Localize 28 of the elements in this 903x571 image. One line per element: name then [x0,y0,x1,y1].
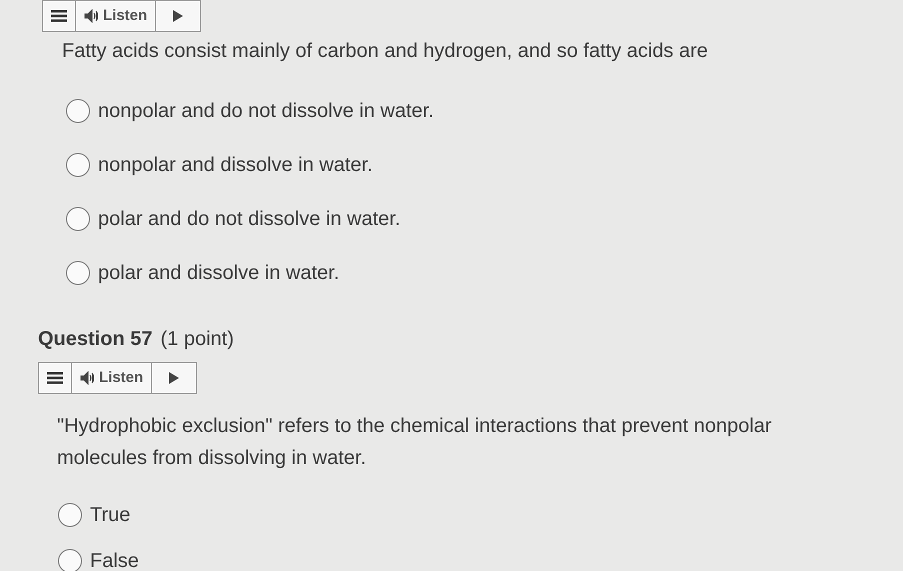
play-icon [168,372,180,384]
option-label: nonpolar and dissolve in water. [98,153,373,178]
question-text: Fatty acids consist mainly of carbon and hydrogen, and so fatty acids are [62,39,709,64]
answer-option[interactable]: nonpolar and dissolve in water. [66,150,903,180]
option-label: True [90,503,130,528]
menu-icon [51,10,67,22]
radio-button[interactable] [66,99,90,123]
question-text: "Hydrophobic exclusion" refers to the chemical interactions that prevent nonpolar molecules from dissolving in water. [57,414,773,471]
option-label: False [90,549,139,571]
answer-option[interactable]: polar and do not dissolve in water. [66,204,903,234]
option-label: polar and do not dissolve in water. [98,207,400,232]
radio-button[interactable] [58,549,82,571]
menu-icon [47,372,63,384]
option-label: nonpolar and do not dissolve in water. [98,99,434,124]
points-label: (1 point) [160,327,234,352]
answer-option[interactable]: True [58,500,903,530]
play-icon [172,10,184,22]
answer-option[interactable]: False [58,546,903,571]
radio-button[interactable] [66,207,90,231]
answer-option[interactable]: polar and dissolve in water. [66,258,903,288]
radio-button[interactable] [66,261,90,285]
radio-button[interactable] [58,503,82,527]
radio-button[interactable] [66,153,90,177]
speaker-icon [80,371,94,385]
answer-option[interactable]: nonpolar and do not dissolve in water. [66,96,903,126]
option-label: polar and dissolve in water. [98,261,340,286]
question-title: Question 57 [38,327,152,352]
speaker-icon [84,9,98,23]
